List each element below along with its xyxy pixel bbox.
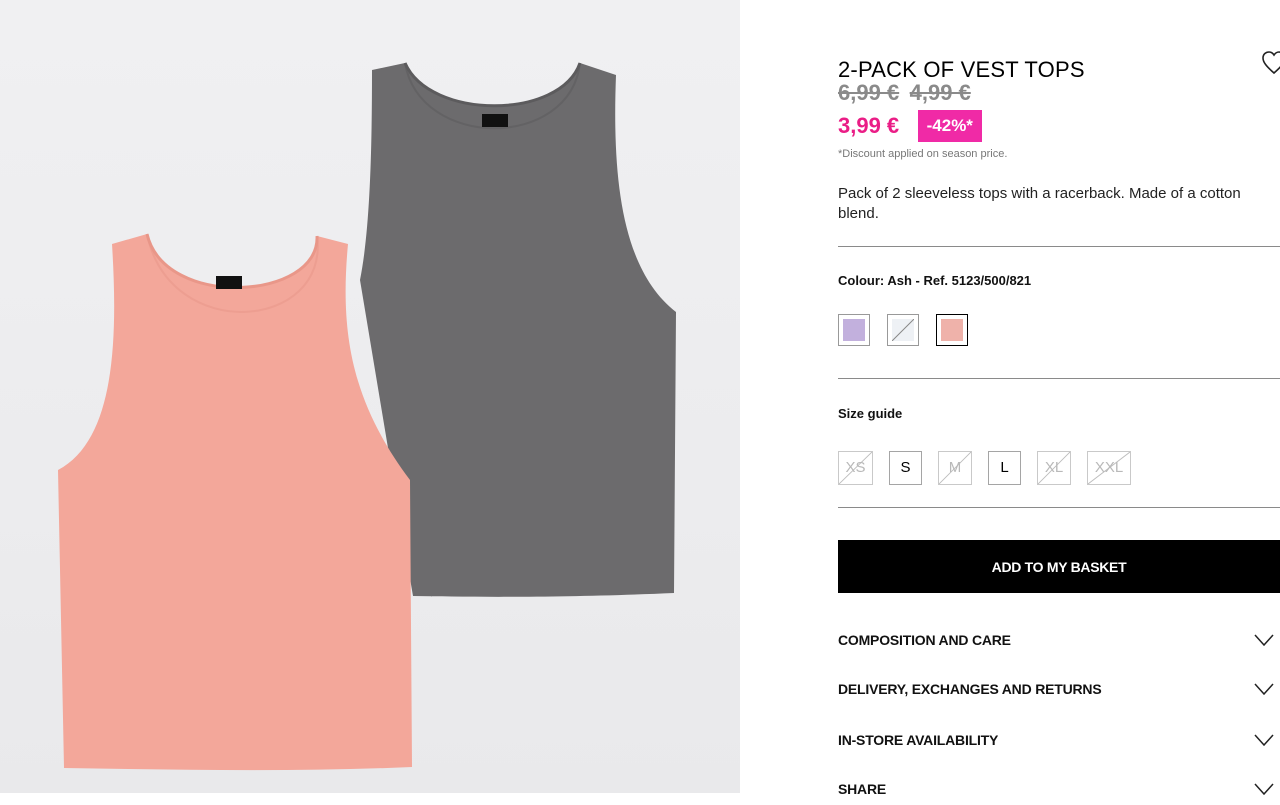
accordion-delivery-exchanges-returns[interactable]: DELIVERY, EXCHANGES AND RETURNS (838, 681, 1280, 705)
accordion-composition-and-care[interactable]: COMPOSITION AND CARE (838, 632, 1280, 656)
swatch-fill (843, 319, 865, 341)
divider (838, 246, 1280, 247)
size-l[interactable]: L (988, 451, 1021, 485)
chevron-down-icon (1254, 683, 1274, 696)
product-image[interactable] (0, 0, 740, 793)
accordion-share[interactable]: SHARE (838, 781, 1280, 805)
accordion-in-store-availability[interactable]: IN-STORE AVAILABILITY (838, 732, 1280, 756)
accordion-label: DELIVERY, EXCHANGES AND RETURNS (838, 681, 1102, 697)
swatch-fill (892, 319, 914, 341)
season-price: 4,99 € (909, 80, 971, 105)
product-title: 2-PACK OF VEST TOPS (838, 56, 1085, 82)
wishlist-button[interactable] (1262, 50, 1280, 76)
chevron-down-icon (1254, 734, 1274, 747)
add-to-basket-button[interactable]: ADD TO MY BASKET (838, 540, 1280, 593)
unavailable-strike-icon (892, 319, 914, 341)
pink-neck-label (216, 276, 242, 289)
price-row: 3,99 € -42%* (838, 110, 982, 142)
size-label: XXL (1094, 459, 1124, 476)
colour-swatch-lilac[interactable] (838, 314, 870, 346)
size-label: M (948, 459, 962, 476)
size-xs[interactable]: XS (838, 451, 873, 485)
size-label: L (1000, 459, 1009, 476)
size-label: XL (1044, 459, 1064, 476)
heart-icon (1262, 51, 1280, 75)
discount-badge: -42%* (917, 110, 982, 142)
product-description: Pack of 2 sleeveless tops with a racerba… (838, 185, 1241, 222)
old-prices: 6,99 € 4,99 € (838, 80, 977, 106)
grey-neck-label (482, 114, 508, 127)
discount-note: *Discount applied on season price. (838, 148, 1008, 160)
size-s[interactable]: S (889, 451, 922, 485)
size-label: S (900, 459, 911, 476)
chevron-down-icon (1254, 634, 1274, 647)
original-price: 6,99 € (838, 80, 900, 105)
current-price: 3,99 € (838, 113, 900, 138)
accordion-label: SHARE (838, 781, 887, 797)
vest-tops-illustration (58, 62, 676, 771)
colour-swatch-pink[interactable] (936, 314, 968, 346)
size-xl[interactable]: XL (1037, 451, 1071, 485)
swatch-fill (941, 319, 963, 341)
divider (838, 507, 1280, 508)
chevron-down-icon (1254, 783, 1274, 796)
size-label: XS (845, 459, 866, 476)
divider (838, 378, 1280, 379)
size-guide-link[interactable]: Size guide (838, 406, 902, 421)
colour-swatch-white[interactable] (887, 314, 919, 346)
product-info-panel: 2-PACK OF VEST TOPS 6,99 € 4,99 € 3,99 €… (838, 0, 1280, 797)
size-xxl[interactable]: XXL (1087, 451, 1131, 485)
size-m[interactable]: M (938, 451, 972, 485)
colour-label: Colour: Ash - Ref. 5123/500/821 (838, 273, 1032, 288)
pink-tank-top (58, 234, 412, 771)
accordion-label: IN-STORE AVAILABILITY (838, 732, 999, 748)
accordion-label: COMPOSITION AND CARE (838, 632, 1011, 648)
